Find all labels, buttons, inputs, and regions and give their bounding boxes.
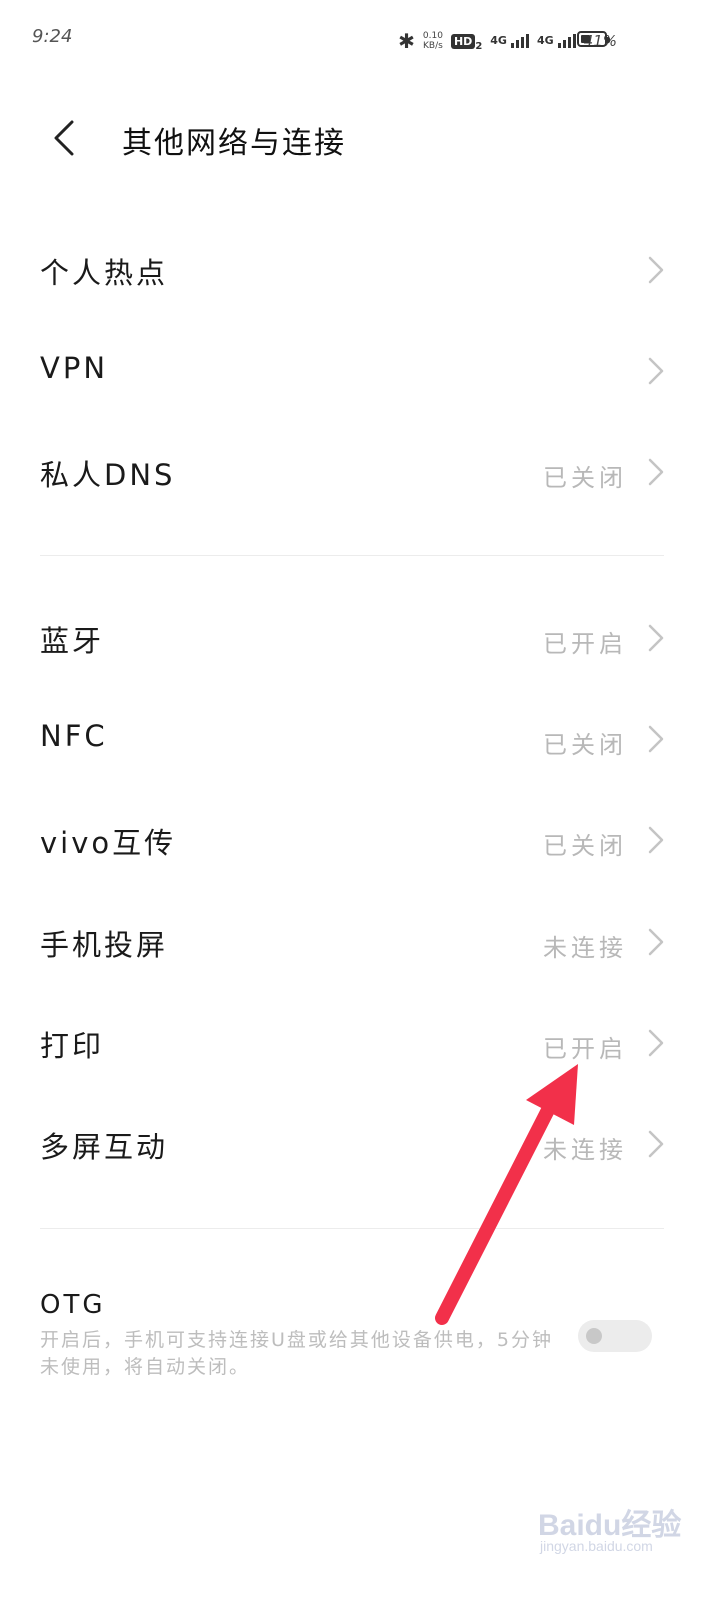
toggle-knob <box>586 1328 602 1344</box>
setting-label: vivo互传 <box>40 826 177 860</box>
setting-bluetooth[interactable]: 蓝牙 已开启 <box>0 588 717 688</box>
setting-label: NFC <box>40 719 108 753</box>
setting-value: 已开启 <box>543 1035 627 1063</box>
signal-icon-2: 4G <box>537 34 576 48</box>
baidu-watermark: Baidu经验 jingyan.baidu.com <box>538 1494 698 1554</box>
network-speed-unit: KB/s <box>423 41 443 51</box>
otg-description: 开启后，手机可支持连接U盘或给其他设备供电，5分钟未使用，将自动关闭。 <box>40 1329 553 1378</box>
section-divider <box>40 1228 664 1229</box>
chevron-right-icon <box>648 725 664 753</box>
hd-voice-icon: HD 2 <box>450 30 483 53</box>
signal-icon-1: 4G <box>490 34 529 48</box>
hd-label: HD <box>450 33 476 49</box>
chevron-right-icon <box>648 1029 664 1057</box>
otg-title: OTG <box>40 1290 106 1320</box>
setting-print[interactable]: 打印 已开启 <box>0 993 717 1093</box>
setting-value: 未连接 <box>543 1136 627 1164</box>
network-speed: 0.10 KB/s <box>423 31 443 51</box>
chevron-right-icon <box>648 928 664 956</box>
setting-label: 个人热点 <box>40 256 169 290</box>
setting-vpn[interactable]: VPN <box>0 321 717 421</box>
status-time: 9:24 <box>32 26 73 47</box>
setting-label: VPN <box>40 351 109 385</box>
section-divider <box>40 555 664 556</box>
network-speed-value: 0.10 <box>422 31 443 41</box>
battery-icon <box>577 31 610 47</box>
setting-value: 已关闭 <box>543 464 627 492</box>
setting-label: 蓝牙 <box>40 624 105 658</box>
chevron-right-icon <box>648 357 664 385</box>
setting-screen-cast[interactable]: 手机投屏 未连接 <box>0 892 717 992</box>
setting-vivo-share[interactable]: vivo互传 已关闭 <box>0 790 717 890</box>
setting-label: 多屏互动 <box>40 1130 169 1164</box>
setting-label: 手机投屏 <box>40 928 169 962</box>
battery-level-fill <box>581 35 590 43</box>
chevron-left-icon <box>54 120 74 156</box>
setting-value: 已关闭 <box>543 731 627 759</box>
setting-multi-screen[interactable]: 多屏互动 未连接 <box>0 1094 717 1194</box>
otg-toggle[interactable] <box>578 1320 652 1352</box>
chevron-right-icon <box>648 826 664 854</box>
chevron-right-icon <box>648 458 664 486</box>
network-type-2: 4G <box>536 34 554 47</box>
setting-label: 私人DNS <box>40 458 176 492</box>
page-title: 其他网络与连接 <box>122 126 346 161</box>
watermark-url: jingyan.baidu.com <box>540 1538 653 1554</box>
status-bar: 9:24 ✱ 0.10 KB/s HD 2 4G 4G 41% <box>0 0 717 80</box>
bluetooth-icon: ✱ <box>398 29 415 53</box>
chevron-right-icon <box>648 624 664 652</box>
setting-value: 已关闭 <box>543 832 627 860</box>
setting-personal-hotspot[interactable]: 个人热点 <box>0 220 717 320</box>
back-button[interactable] <box>48 116 88 160</box>
setting-value: 未连接 <box>543 934 627 962</box>
setting-nfc[interactable]: NFC 已关闭 <box>0 689 717 789</box>
hd-sub: 2 <box>475 41 483 53</box>
network-type-1: 4G <box>490 34 507 47</box>
chevron-right-icon <box>648 256 664 284</box>
setting-label: 打印 <box>40 1029 105 1063</box>
setting-private-dns[interactable]: 私人DNS 已关闭 <box>0 422 717 522</box>
setting-value: 已开启 <box>543 630 627 658</box>
chevron-right-icon <box>648 1130 664 1158</box>
